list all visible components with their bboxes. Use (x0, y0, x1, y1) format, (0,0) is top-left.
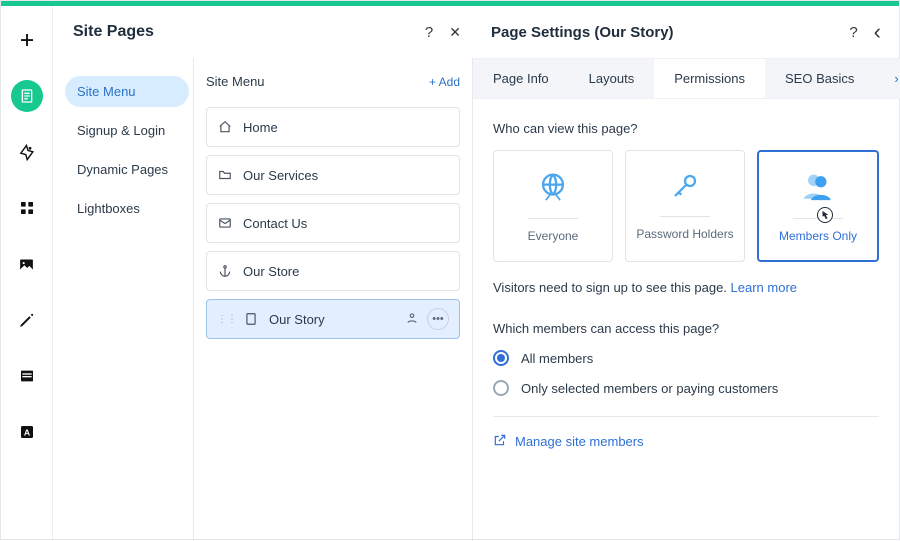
page-item-contact-us[interactable]: Contact Us (206, 203, 460, 243)
page-item-home[interactable]: Home (206, 107, 460, 147)
plus-icon[interactable] (11, 24, 43, 56)
perm-card-label: Members Only (779, 229, 857, 243)
perm-card-members[interactable]: Members Only (757, 150, 879, 262)
page-list-heading: Site Menu (206, 74, 265, 89)
page-more-button[interactable]: ••• (427, 308, 449, 330)
cms-icon[interactable] (11, 360, 43, 392)
page-list-panel: Site Menu + Add Home Our Services Contac… (193, 58, 473, 541)
page-settings-panel: Page Settings (Our Story) ? ‹ Page Info … (473, 6, 899, 541)
page-item-label: Our Store (243, 264, 299, 279)
manage-members-link[interactable]: Manage site members (493, 433, 879, 450)
page-item-our-story[interactable]: ⋮⋮ Our Story ••• (206, 299, 460, 339)
page-icon (243, 312, 259, 326)
site-pages-title: Site Pages (69, 23, 154, 41)
members-badge-icon (405, 311, 419, 328)
tab-permissions[interactable]: Permissions (654, 59, 765, 98)
apps-icon[interactable] (11, 192, 43, 224)
mail-icon (217, 216, 233, 230)
radio-label: All members (521, 351, 593, 366)
tab-layouts[interactable]: Layouts (569, 59, 655, 98)
page-item-label: Home (243, 120, 278, 135)
tab-page-info[interactable]: Page Info (473, 59, 569, 98)
page-item-label: Contact Us (243, 216, 307, 231)
nav-site-menu[interactable]: Site Menu (65, 76, 189, 107)
nav-dynamic-pages[interactable]: Dynamic Pages (65, 154, 189, 185)
back-icon[interactable]: ‹ (874, 25, 881, 39)
members-icon (801, 169, 835, 206)
page-item-our-services[interactable]: Our Services (206, 155, 460, 195)
globe-icon (536, 169, 570, 206)
settings-tabs: Page Info Layouts Permissions SEO Basics… (473, 58, 899, 99)
font-icon[interactable]: A (11, 416, 43, 448)
help-icon[interactable]: ? (425, 24, 433, 41)
media-icon[interactable] (11, 248, 43, 280)
help-icon[interactable]: ? (849, 24, 857, 41)
radio-all-members[interactable]: All members (493, 350, 879, 366)
radio-dot (493, 380, 509, 396)
anchor-icon (217, 264, 233, 278)
page-item-label: Our Story (269, 312, 325, 327)
tabs-more-button[interactable]: › (874, 59, 900, 98)
folder-icon (217, 168, 233, 182)
signup-hint: Visitors need to sign up to see this pag… (493, 280, 879, 295)
page-icon[interactable] (11, 80, 43, 112)
blog-icon[interactable] (11, 304, 43, 336)
cursor-icon (815, 204, 835, 229)
home-icon (217, 120, 233, 134)
nav-signup-login[interactable]: Signup & Login (65, 115, 189, 146)
perm-card-password[interactable]: Password Holders (625, 150, 745, 262)
pages-nav: Site Menu Signup & Login Dynamic Pages L… (53, 58, 193, 541)
learn-more-link[interactable]: Learn more (731, 280, 797, 295)
page-item-our-store[interactable]: Our Store (206, 251, 460, 291)
perm-card-label: Everyone (528, 229, 579, 243)
who-can-view-label: Who can view this page? (493, 121, 879, 136)
radio-selected-members[interactable]: Only selected members or paying customer… (493, 380, 879, 396)
perm-card-label: Password Holders (636, 227, 733, 241)
which-members-label: Which members can access this page? (493, 321, 879, 336)
close-icon[interactable]: ✕ (449, 24, 461, 41)
settings-title: Page Settings (Our Story) (491, 24, 674, 41)
perm-card-everyone[interactable]: Everyone (493, 150, 613, 262)
nav-lightboxes[interactable]: Lightboxes (65, 193, 189, 224)
svg-text:A: A (23, 427, 30, 437)
add-page-button[interactable]: + Add (429, 75, 460, 89)
tab-seo-basics[interactable]: SEO Basics (765, 59, 874, 98)
page-item-label: Our Services (243, 168, 318, 183)
external-link-icon (493, 433, 507, 450)
key-icon (670, 171, 700, 204)
drag-handle-icon[interactable]: ⋮⋮ (217, 314, 237, 325)
radio-dot (493, 350, 509, 366)
tool-rail: A (1, 6, 53, 541)
radio-label: Only selected members or paying customer… (521, 381, 778, 396)
design-icon[interactable] (11, 136, 43, 168)
